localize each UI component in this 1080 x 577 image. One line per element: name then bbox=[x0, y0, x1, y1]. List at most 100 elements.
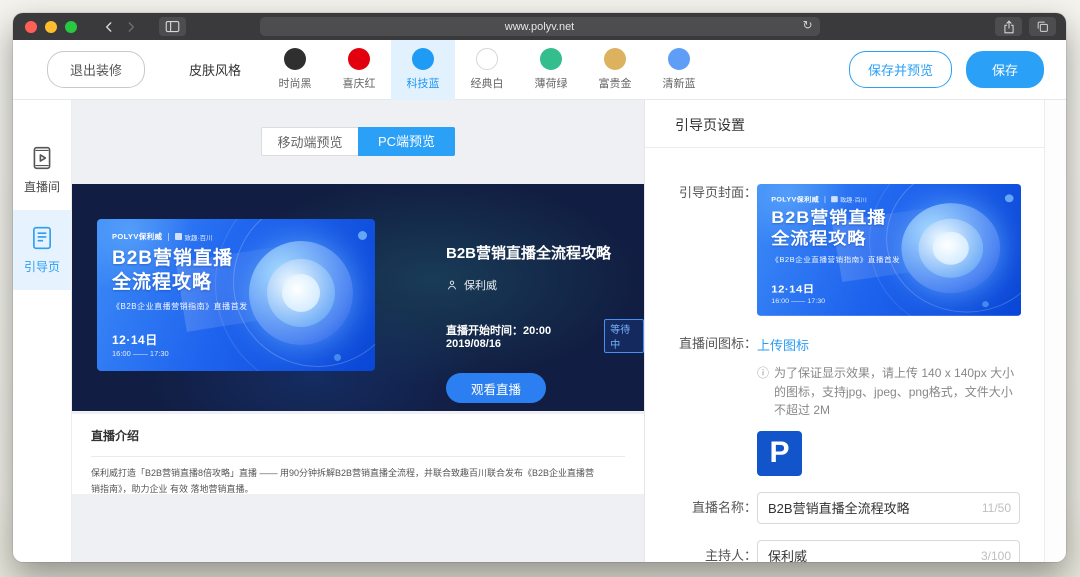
preview-tabs: 移动端预览 PC端预览 bbox=[72, 127, 644, 156]
sidebar-toggle-icon[interactable] bbox=[159, 17, 186, 36]
skin-swatch-group: 时尚黑 喜庆红 科技蓝 经典白 薄荷绿 富贵金 bbox=[263, 40, 711, 100]
swatch-label: 富贵金 bbox=[599, 75, 632, 91]
live-intro-card: 直播介绍 保利威打造「B2B营销直播8倍攻略」直播 —— 用90分钟拆解B2B营… bbox=[72, 414, 644, 494]
partner-logo: 致趣·百川 bbox=[175, 232, 212, 242]
info-icon: ⓘ bbox=[757, 364, 769, 420]
banner-time: 16:00 —— 17:30 bbox=[112, 349, 169, 358]
live-name-input[interactable] bbox=[757, 492, 1020, 524]
gold-swatch-dot bbox=[604, 48, 626, 70]
black-swatch-dot bbox=[284, 48, 306, 70]
sidebar-item-guide-page[interactable]: 引导页 bbox=[13, 210, 71, 290]
banner-title: B2B营销直播 全流程攻略 bbox=[112, 247, 233, 296]
back-icon[interactable] bbox=[99, 17, 119, 37]
polyv-logo: POLYV保利威 bbox=[112, 231, 162, 242]
logo-divider bbox=[168, 233, 169, 241]
skin-swatch-lightblue[interactable]: 清新蓝 bbox=[647, 40, 711, 100]
sidebar-item-live-room[interactable]: 直播间 bbox=[13, 130, 71, 210]
tabs-overview-icon[interactable] bbox=[1029, 17, 1056, 36]
tab-pc-preview[interactable]: PC端预览 bbox=[358, 127, 455, 156]
swatch-label: 时尚黑 bbox=[279, 75, 312, 91]
intro-text: 保利威打造「B2B营销直播8倍攻略」直播 —— 用90分钟拆解B2B营销直播全流… bbox=[91, 466, 598, 498]
icon-tip-text: 为了保证显示效果，请上传 140 x 140px 大小的图标，支持jpg、jpe… bbox=[774, 364, 1020, 420]
room-logo-preview: P bbox=[757, 431, 802, 476]
live-room-icon bbox=[29, 145, 55, 171]
partner-logo: 致趣·百川 bbox=[832, 195, 867, 204]
minimize-window-button[interactable] bbox=[45, 21, 57, 33]
banner-title: B2B营销直播 全流程攻略 bbox=[771, 208, 886, 250]
guide-page-settings-panel: 引导页设置 引导页封面： bbox=[644, 100, 1044, 562]
host-name: 保利威 bbox=[464, 277, 497, 293]
live-title: B2B营销直播全流程攻略 bbox=[446, 242, 644, 263]
skin-swatch-white[interactable]: 经典白 bbox=[455, 40, 519, 100]
settings-divider bbox=[645, 147, 1044, 148]
browser-window: www.polyv.net ↻ 退出装修 皮肤风格 时尚黑 喜庆红 bbox=[13, 13, 1066, 562]
cover-thumbnail[interactable]: POLYV保利威 致趣·百川 B2B营销直播 全流程攻略 《B2B企业直播营销指… bbox=[757, 184, 1021, 316]
banner-subtitle: 《B2B企业直播营销指南》直播首发 bbox=[112, 301, 248, 312]
settings-title: 引导页设置 bbox=[645, 100, 1044, 135]
intro-heading: 直播介绍 bbox=[91, 414, 625, 444]
exit-decorate-button[interactable]: 退出装修 bbox=[47, 51, 145, 88]
blue-swatch-dot bbox=[412, 48, 434, 70]
start-time-text: 直播开始时间：20:00 2019/08/16 bbox=[446, 322, 597, 350]
logo-divider bbox=[825, 196, 826, 203]
swatch-label: 喜庆红 bbox=[343, 75, 376, 91]
watch-live-button[interactable]: 观看直播 bbox=[446, 373, 546, 403]
guide-page-icon bbox=[29, 225, 55, 251]
partner-logo-mark bbox=[832, 196, 839, 202]
skin-swatch-black[interactable]: 时尚黑 bbox=[263, 40, 327, 100]
browser-titlebar: www.polyv.net ↻ bbox=[13, 13, 1066, 40]
host-counter: 3/100 bbox=[981, 540, 1011, 562]
dot-decor bbox=[358, 231, 367, 240]
upload-icon-link[interactable]: 上传图标 bbox=[757, 338, 809, 353]
panel-scrollbar-track[interactable] bbox=[1044, 100, 1066, 562]
skin-swatch-gold[interactable]: 富贵金 bbox=[583, 40, 647, 100]
swatch-label: 薄荷绿 bbox=[535, 75, 568, 91]
banner-subtitle: 《B2B企业直播营销指南》直播首发 bbox=[771, 255, 900, 265]
sphere-decor bbox=[282, 274, 320, 312]
dot-decor bbox=[1005, 194, 1014, 202]
skin-swatch-blue[interactable]: 科技蓝 bbox=[391, 40, 455, 100]
live-page-stage: POLYV保利威 致趣·百川 B2B营销直播 全流程攻略 《B2B企业直播营销指… bbox=[72, 184, 644, 411]
green-swatch-dot bbox=[540, 48, 562, 70]
live-name-label: 直播名称： bbox=[645, 492, 757, 524]
partner-logo-mark bbox=[175, 233, 182, 240]
sidebar-item-label: 引导页 bbox=[24, 258, 60, 275]
decorate-toolbar: 退出装修 皮肤风格 时尚黑 喜庆红 科技蓝 经典白 薄荷绿 bbox=[13, 40, 1066, 100]
polyv-logo: POLYV保利威 bbox=[771, 194, 819, 204]
live-info: B2B营销直播全流程攻略 保利威 直播开始时间：20:00 2019/08/16… bbox=[446, 242, 644, 403]
cover-thumbnail-banner: POLYV保利威 致趣·百川 B2B营销直播 全流程攻略 《B2B企业直播营销指… bbox=[757, 184, 1021, 316]
sphere-decor bbox=[933, 232, 969, 265]
live-name-counter: 11/50 bbox=[982, 492, 1011, 524]
forward-icon[interactable] bbox=[121, 17, 141, 37]
preview-area: 移动端预览 PC端预览 POLYV保利威 致趣 bbox=[72, 100, 644, 562]
tab-mobile-preview[interactable]: 移动端预览 bbox=[261, 127, 358, 156]
host-label: 主持人： bbox=[645, 540, 757, 562]
banner-date: 12·14日 bbox=[771, 281, 814, 296]
banner-time: 16:00 —— 17:30 bbox=[771, 297, 825, 305]
skin-swatch-green[interactable]: 薄荷绿 bbox=[519, 40, 583, 100]
cover-banner: POLYV保利威 致趣·百川 B2B营销直播 全流程攻略 《B2B企业直播营销指… bbox=[97, 219, 375, 371]
intro-divider bbox=[91, 456, 625, 457]
share-icon[interactable] bbox=[995, 17, 1022, 36]
white-swatch-dot bbox=[476, 48, 498, 70]
url-text: www.polyv.net bbox=[505, 21, 575, 33]
banner-date: 12·14日 bbox=[112, 331, 158, 348]
sidebar-item-label: 直播间 bbox=[24, 178, 60, 195]
dot-decor bbox=[982, 301, 989, 307]
cover-label: 引导页封面： bbox=[645, 184, 757, 316]
dot-decor bbox=[334, 354, 341, 361]
main-content: 直播间 引导页 移动端预览 PC端预览 bbox=[13, 100, 1066, 562]
save-and-preview-button[interactable]: 保存并预览 bbox=[849, 51, 952, 88]
room-icon-label: 直播间图标： bbox=[645, 335, 757, 476]
host-person-icon bbox=[446, 279, 458, 291]
address-bar[interactable]: www.polyv.net ↻ bbox=[260, 17, 820, 36]
left-sidebar: 直播间 引导页 bbox=[13, 100, 72, 562]
save-button[interactable]: 保存 bbox=[966, 51, 1044, 88]
swatch-label: 清新蓝 bbox=[663, 75, 696, 91]
close-window-button[interactable] bbox=[25, 21, 37, 33]
swatch-label: 科技蓝 bbox=[407, 75, 440, 91]
skin-swatch-red[interactable]: 喜庆红 bbox=[327, 40, 391, 100]
lightblue-swatch-dot bbox=[668, 48, 690, 70]
reload-icon[interactable]: ↻ bbox=[802, 18, 812, 32]
zoom-window-button[interactable] bbox=[65, 21, 77, 33]
